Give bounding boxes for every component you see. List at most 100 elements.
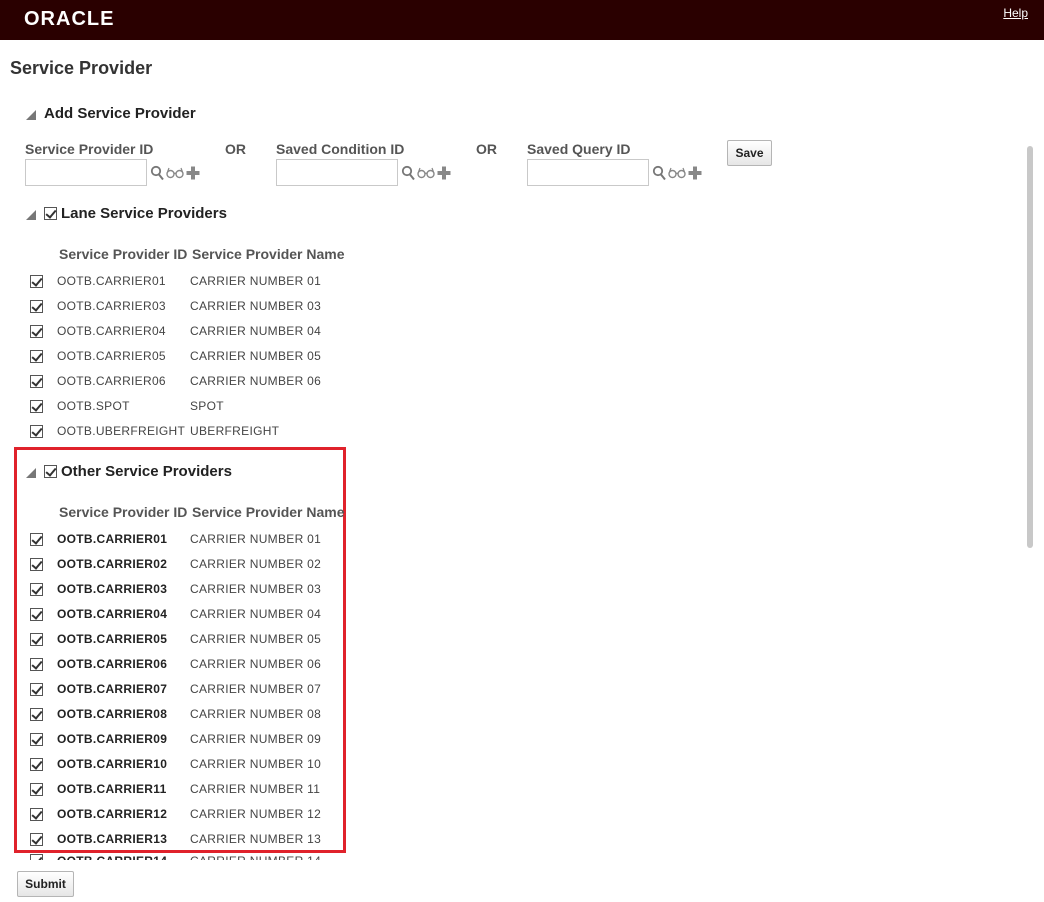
submit-button[interactable]: Submit (17, 871, 74, 897)
saved-condition-id-input[interactable] (276, 159, 398, 186)
table-row[interactable]: OOTB.CARRIER06 CARRIER NUMBER 06 (30, 654, 321, 674)
service-provider-id-cell: OOTB.CARRIER01 (57, 532, 168, 546)
table-row[interactable]: OOTB.CARRIER03 CARRIER NUMBER 03 (30, 579, 321, 599)
table-row[interactable]: OOTB.CARRIER10 CARRIER NUMBER 10 (30, 754, 321, 774)
search-icon[interactable] (401, 165, 415, 181)
service-provider-name-cell: CARRIER NUMBER 09 (190, 732, 322, 746)
service-provider-id-cell: OOTB.CARRIER06 (57, 657, 168, 671)
saved-condition-id-label: Saved Condition ID (276, 141, 405, 157)
table-row[interactable]: OOTB.SPOT SPOT (30, 396, 224, 416)
row-checkbox[interactable] (30, 732, 43, 746)
lane-col-header-name: Service Provider Name (192, 246, 345, 262)
table-row[interactable]: OOTB.CARRIER08 CARRIER NUMBER 08 (30, 704, 321, 724)
search-icon[interactable] (652, 165, 666, 181)
service-provider-id-cell: OOTB.CARRIER11 (57, 782, 167, 796)
service-provider-id-label: Service Provider ID (25, 141, 154, 157)
scrollbar-thumb[interactable] (1027, 146, 1033, 548)
row-checkbox[interactable] (30, 399, 43, 413)
other-section-checkbox[interactable] (44, 465, 57, 478)
plus-icon[interactable] (186, 166, 200, 180)
service-provider-id-cell: OOTB.CARRIER04 (57, 607, 168, 621)
field1-icons (150, 165, 200, 181)
row-checkbox[interactable] (30, 757, 43, 771)
row-checkbox[interactable] (30, 324, 43, 338)
table-row[interactable]: OOTB.CARRIER09 CARRIER NUMBER 09 (30, 729, 321, 749)
service-provider-name-cell: CARRIER NUMBER 13 (190, 832, 322, 846)
service-provider-name-cell: CARRIER NUMBER 08 (190, 707, 322, 721)
row-checkbox[interactable] (30, 424, 43, 438)
or-label-1: OR (225, 141, 246, 157)
table-row[interactable]: OOTB.CARRIER01 CARRIER NUMBER 01 (30, 529, 321, 549)
lane-section-title: Lane Service Providers (61, 205, 227, 222)
service-provider-name-cell: CARRIER NUMBER 03 (190, 582, 322, 596)
row-checkbox[interactable] (30, 374, 43, 388)
row-checkbox[interactable] (30, 657, 43, 671)
table-row[interactable]: OOTB.CARRIER12 CARRIER NUMBER 12 (30, 804, 321, 824)
plus-icon[interactable] (437, 166, 451, 180)
field3-icons (652, 165, 702, 181)
lane-section-checkbox[interactable] (44, 207, 57, 220)
service-provider-name-cell: CARRIER NUMBER 02 (190, 557, 322, 571)
glasses-icon[interactable] (166, 166, 184, 180)
table-row[interactable]: OOTB.CARRIER13 CARRIER NUMBER 13 (30, 829, 321, 849)
table-row[interactable]: OOTB.CARRIER04 CARRIER NUMBER 04 (30, 321, 321, 341)
service-provider-name-cell: CARRIER NUMBER 03 (190, 299, 322, 313)
service-provider-id-cell: OOTB.CARRIER14 (57, 854, 190, 860)
saved-query-id-input[interactable] (527, 159, 649, 186)
service-provider-id-cell: OOTB.CARRIER03 (57, 582, 168, 596)
row-checkbox[interactable] (30, 532, 43, 546)
search-icon[interactable] (150, 165, 164, 181)
table-row[interactable]: OOTB.CARRIER05 CARRIER NUMBER 05 (30, 629, 321, 649)
table-row[interactable]: OOTB.CARRIER05 CARRIER NUMBER 05 (30, 346, 321, 366)
other-section-title: Other Service Providers (61, 463, 232, 480)
service-provider-name-cell: CARRIER NUMBER 11 (190, 782, 321, 796)
collapse-triangle-icon[interactable] (26, 209, 36, 220)
service-provider-name-cell: CARRIER NUMBER 14 (190, 854, 321, 860)
service-provider-id-cell: OOTB.CARRIER04 (57, 324, 166, 338)
row-checkbox[interactable] (30, 582, 43, 596)
table-row[interactable]: OOTB.CARRIER02 CARRIER NUMBER 02 (30, 554, 321, 574)
table-row[interactable]: OOTB.CARRIER11 CARRIER NUMBER 11 (30, 779, 320, 799)
table-row[interactable]: OOTB.CARRIER03 CARRIER NUMBER 03 (30, 296, 321, 316)
row-checkbox[interactable] (30, 557, 43, 571)
service-provider-id-cell: OOTB.CARRIER07 (57, 682, 168, 696)
row-checkbox[interactable] (30, 782, 43, 796)
service-provider-id-cell: OOTB.CARRIER13 (57, 832, 168, 846)
add-section-header: Add Service Provider (26, 105, 196, 122)
service-provider-name-cell: SPOT (190, 399, 224, 413)
row-checkbox[interactable] (30, 807, 43, 821)
row-checkbox[interactable] (30, 299, 43, 313)
service-provider-id-cell: OOTB.CARRIER08 (57, 707, 168, 721)
row-checkbox[interactable] (30, 707, 43, 721)
row-checkbox[interactable] (30, 832, 43, 846)
collapse-triangle-icon[interactable] (26, 467, 36, 478)
save-button[interactable]: Save (727, 140, 772, 166)
table-row[interactable]: OOTB.CARRIER14CARRIER NUMBER 14 (30, 854, 321, 860)
row-checkbox[interactable] (30, 607, 43, 621)
or-label-2: OR (476, 141, 497, 157)
row-checkbox[interactable] (30, 854, 43, 860)
plus-icon[interactable] (688, 166, 702, 180)
service-provider-name-cell: UBERFREIGHT (190, 424, 280, 438)
service-provider-name-cell: CARRIER NUMBER 06 (190, 374, 322, 388)
service-provider-name-cell: CARRIER NUMBER 05 (190, 349, 322, 363)
table-row[interactable]: OOTB.CARRIER07 CARRIER NUMBER 07 (30, 679, 321, 699)
row-checkbox[interactable] (30, 274, 43, 288)
other-section-header: Other Service Providers (26, 463, 232, 480)
service-provider-id-cell: OOTB.CARRIER05 (57, 349, 166, 363)
glasses-icon[interactable] (417, 166, 435, 180)
row-checkbox[interactable] (30, 349, 43, 363)
table-row[interactable]: OOTB.UBERFREIGHT UBERFREIGHT (30, 421, 279, 441)
add-section-title: Add Service Provider (44, 105, 196, 122)
table-row[interactable]: OOTB.CARRIER04 CARRIER NUMBER 04 (30, 604, 321, 624)
glasses-icon[interactable] (668, 166, 686, 180)
help-link[interactable]: Help (1003, 6, 1028, 20)
top-bar: ORACLE Help (0, 0, 1044, 40)
row-checkbox[interactable] (30, 632, 43, 646)
table-row[interactable]: OOTB.CARRIER01 CARRIER NUMBER 01 (30, 271, 321, 291)
service-provider-id-input[interactable] (25, 159, 147, 186)
table-row[interactable]: OOTB.CARRIER06 CARRIER NUMBER 06 (30, 371, 321, 391)
row-checkbox[interactable] (30, 682, 43, 696)
collapse-triangle-icon[interactable] (26, 109, 36, 120)
lane-section-header: Lane Service Providers (26, 205, 227, 222)
